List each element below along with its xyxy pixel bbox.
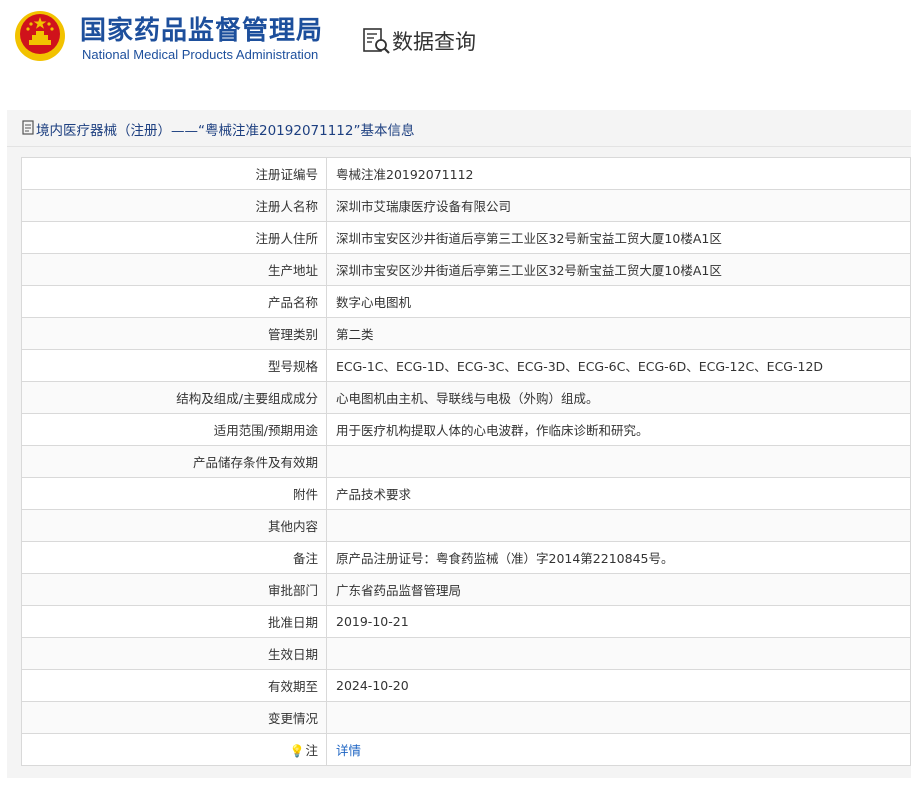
note-value-cell: 详情 [326,733,911,766]
document-icon [22,120,34,135]
row-value: 深圳市宝安区沙井街道后亭第三工业区32号新宝益工贸大厦10楼A1区 [326,221,911,254]
table-row: 生效日期 [21,637,911,670]
note-label-cell: 💡注 [21,733,327,766]
row-label: 适用范围/预期用途 [21,413,327,446]
org-name-en: National Medical Products Administration [82,47,319,62]
row-value: 粤械注准20192071112 [326,157,911,190]
site-header: 国家药品监督管理局 National Medical Products Admi… [0,0,911,92]
table-row: 审批部门 广东省药品监督管理局 [21,573,911,606]
row-label: 审批部门 [21,573,327,606]
row-value: 心电图机由主机、导联线与电极（外购）组成。 [326,381,911,414]
row-label: 注册人住所 [21,221,327,254]
table-row: 备注 原产品注册证号：粤食药监械（准）字2014第2210845号。 [21,541,911,574]
detail-panel: 境内医疗器械（注册）——“粤械注准20192071112”基本信息 注册证编号粤… [7,110,911,778]
row-value: 广东省药品监督管理局 [326,573,911,606]
row-label: 生效日期 [21,637,327,670]
table-row: 结构及组成/主要组成成分 心电图机由主机、导联线与电极（外购）组成。 [21,381,911,414]
row-label: 产品储存条件及有效期 [21,445,327,478]
row-value: 2019-10-21 [326,605,911,638]
org-name-cn: 国家药品监督管理局 [80,16,324,46]
row-value [326,637,911,670]
row-label: 管理类别 [21,317,327,350]
table-row: 批准日期 2019-10-21 [21,605,911,638]
table-row: 注册证编号 粤械注准20192071112 [21,157,911,190]
row-value: 第二类 [326,317,911,350]
panel-title: 境内医疗器械（注册）——“粤械注准20192071112”基本信息 [36,123,415,139]
query-title: 数据查询 [392,30,476,54]
note-row: 💡注 详情 [21,733,911,766]
table-row: 注册人名称 深圳市艾瑞康医疗设备有限公司 [21,189,911,222]
table-row: 其他内容 [21,509,911,542]
row-label: 附件 [21,477,327,510]
lightbulb-icon: 💡 [289,744,305,758]
row-value: 产品技术要求 [326,477,911,510]
row-value: 深圳市艾瑞康医疗设备有限公司 [326,189,911,222]
row-label: 其他内容 [21,509,327,542]
row-label: 备注 [21,541,327,574]
table-row: 产品储存条件及有效期 [21,445,911,478]
row-value [326,445,911,478]
row-label: 注册证编号 [21,157,327,190]
table-row: 注册人住所 深圳市宝安区沙井街道后亭第三工业区32号新宝益工贸大厦10楼A1区 [21,221,911,254]
row-value: 数字心电图机 [326,285,911,318]
row-value: 2024-10-20 [326,669,911,702]
row-label: 产品名称 [21,285,327,318]
table-row: 管理类别 第二类 [21,317,911,350]
row-label: 注册人名称 [21,189,327,222]
table-row: 变更情况 [21,701,911,734]
row-value: 用于医疗机构提取人体的心电波群，作临床诊断和研究。 [326,413,911,446]
table-row: 附件 产品技术要求 [21,477,911,510]
row-value [326,509,911,542]
row-label: 变更情况 [21,701,327,734]
row-label: 有效期至 [21,669,327,702]
table-row: 生产地址 深圳市宝安区沙井街道后亭第三工业区32号新宝益工贸大厦10楼A1区 [21,253,911,286]
row-value: 原产品注册证号：粤食药监械（准）字2014第2210845号。 [326,541,911,574]
row-value: 深圳市宝安区沙井街道后亭第三工业区32号新宝益工贸大厦10楼A1区 [326,253,911,286]
table-row: 型号规格 ECG-1C、ECG-1D、ECG-3C、ECG-3D、ECG-6C、E… [21,349,911,382]
details-link[interactable]: 详情 [336,743,361,758]
row-label: 批准日期 [21,605,327,638]
detail-table: 注册证编号 粤械注准20192071112 注册人名称 深圳市艾瑞康医疗设备有限公司… [21,157,911,766]
row-value [326,701,911,734]
row-label: 型号规格 [21,349,327,382]
note-label: 注 [305,743,318,758]
row-label: 生产地址 [21,253,327,286]
row-label: 结构及组成/主要组成成分 [21,381,327,414]
panel-header: 境内医疗器械（注册）——“粤械注准20192071112”基本信息 [7,110,911,147]
table-row: 有效期至 2024-10-20 [21,669,911,702]
document-search-icon [363,28,390,54]
row-value: ECG-1C、ECG-1D、ECG-3C、ECG-3D、ECG-6C、ECG-6… [326,349,911,382]
national-emblem-icon [15,11,65,61]
table-row: 适用范围/预期用途 用于医疗机构提取人体的心电波群，作临床诊断和研究。 [21,413,911,446]
table-row: 产品名称 数字心电图机 [21,285,911,318]
